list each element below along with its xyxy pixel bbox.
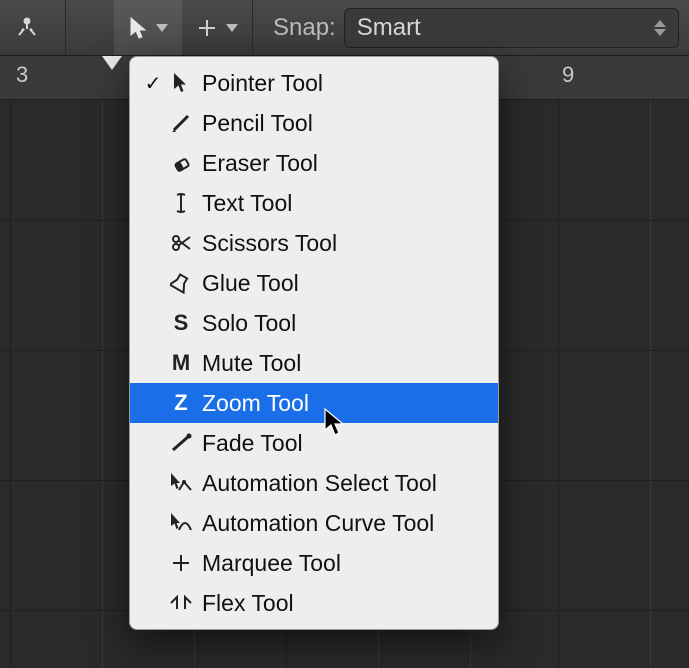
menu-item-label: Solo Tool — [202, 310, 296, 337]
flex-icon — [166, 593, 196, 613]
tool-menu-item[interactable]: Scissors Tool — [130, 223, 498, 263]
tool-menu-item[interactable]: Glue Tool — [130, 263, 498, 303]
tool-menu-item[interactable]: Text Tool — [130, 183, 498, 223]
chevron-down-icon — [156, 24, 168, 32]
pointer-icon — [166, 72, 196, 94]
scissors-icon — [166, 232, 196, 254]
text-icon — [166, 192, 196, 214]
menu-item-label: Eraser Tool — [202, 150, 318, 177]
stepper-icon — [654, 13, 672, 43]
left-click-tool-button[interactable] — [114, 0, 182, 55]
catch-playhead-icon — [14, 15, 40, 41]
catch-playhead-button[interactable] — [0, 0, 54, 55]
menu-item-label: Flex Tool — [202, 590, 294, 617]
menu-item-label: Text Tool — [202, 190, 292, 217]
marquee-icon — [166, 552, 196, 574]
pencil-icon — [166, 112, 196, 134]
snap-select[interactable]: Smart — [344, 8, 679, 48]
tool-menu-item[interactable]: Automation Curve Tool — [130, 503, 498, 543]
tool-menu-item[interactable]: Automation Select Tool — [130, 463, 498, 503]
tool-menu-item[interactable]: Flex Tool — [130, 583, 498, 623]
menu-item-label: Scissors Tool — [202, 230, 337, 257]
letter-S-icon: S — [166, 310, 196, 336]
ruler-tick: 9 — [562, 62, 574, 88]
snap-value: Smart — [357, 14, 421, 42]
auto-curve-icon — [166, 512, 196, 534]
menu-item-label: Automation Select Tool — [202, 470, 437, 497]
auto-select-icon — [166, 472, 196, 494]
marquee-icon — [196, 17, 218, 39]
snap-label: Snap: — [273, 14, 336, 42]
menu-item-label: Pointer Tool — [202, 70, 323, 97]
tool-menu-item[interactable]: Eraser Tool — [130, 143, 498, 183]
tool-menu-item[interactable]: Marquee Tool — [130, 543, 498, 583]
tool-menu-item[interactable]: Pencil Tool — [130, 103, 498, 143]
menu-item-label: Mute Tool — [202, 350, 301, 377]
check-icon: ✓ — [140, 71, 166, 96]
toolbar: Snap: Smart — [0, 0, 689, 56]
letter-Z-icon: Z — [166, 390, 196, 416]
menu-item-label: Fade Tool — [202, 430, 303, 457]
pointer-icon — [128, 16, 148, 40]
menu-item-label: Glue Tool — [202, 270, 299, 297]
menu-item-label: Automation Curve Tool — [202, 510, 434, 537]
tool-menu-item[interactable]: ✓ Pointer Tool — [130, 63, 498, 103]
playhead-marker[interactable] — [102, 56, 122, 70]
menu-item-label: Marquee Tool — [202, 550, 341, 577]
menu-item-label: Pencil Tool — [202, 110, 313, 137]
tool-menu-item[interactable]: SSolo Tool — [130, 303, 498, 343]
menu-item-label: Zoom Tool — [202, 390, 309, 417]
fade-icon — [166, 432, 196, 454]
tool-menu: ✓ Pointer Tool Pencil Tool Eraser Tool Text … — [129, 56, 499, 630]
chevron-down-icon — [226, 24, 238, 32]
glue-icon — [166, 272, 196, 294]
ruler-tick: 3 — [16, 62, 28, 88]
tool-menu-item[interactable]: MMute Tool — [130, 343, 498, 383]
eraser-icon — [166, 152, 196, 174]
tool-menu-item[interactable]: Fade Tool — [130, 423, 498, 463]
letter-M-icon: M — [166, 350, 196, 376]
tool-menu-item[interactable]: ZZoom Tool — [130, 383, 498, 423]
cmd-click-tool-button[interactable] — [182, 0, 252, 55]
